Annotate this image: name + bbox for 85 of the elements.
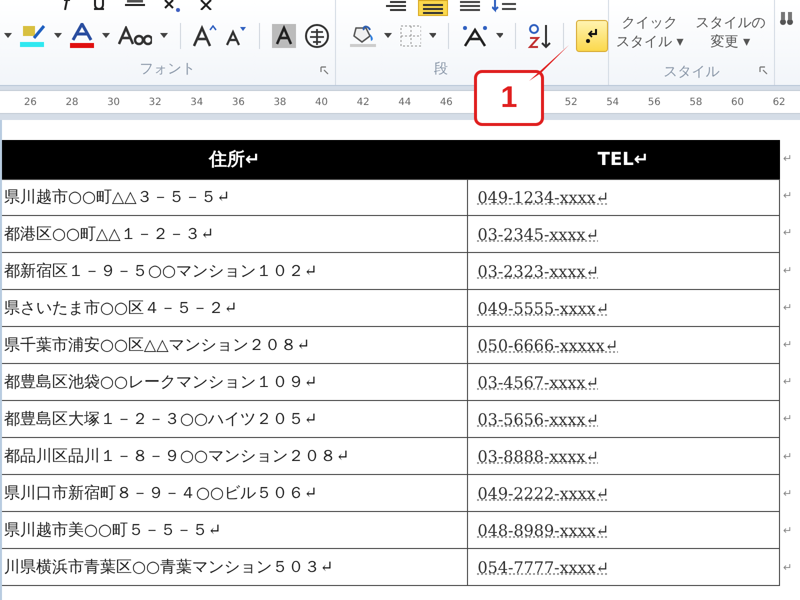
end-of-row-mark: ↵: [782, 522, 792, 539]
group-label: スタイル: [664, 63, 720, 82]
ruler-number: 32: [148, 96, 163, 108]
change-case-icon[interactable]: [118, 26, 152, 46]
dropdown-caret-icon[interactable]: [428, 33, 436, 39]
shrink-font-icon[interactable]: [225, 26, 247, 46]
end-of-row-mark: ↵: [782, 374, 792, 390]
subscript-icon[interactable]: [164, 0, 182, 12]
table-cell: 03-8888-xxxx↵: [467, 438, 780, 475]
font-color-icon[interactable]: [70, 23, 94, 49]
table-cell: 03-5656-xxxx↵: [467, 400, 780, 438]
group-label: フォント: [140, 60, 196, 78]
underline-icon[interactable]: [92, 0, 106, 10]
table-cell: 川県横浜市青葉区○○青葉マンション５０３↵: [2, 548, 467, 586]
ruler-number: 52: [564, 96, 578, 108]
dropdown-caret-icon[interactable]: [496, 33, 504, 39]
formatting-marks-icon: [584, 27, 600, 45]
align-right-icon[interactable]: [386, 0, 406, 12]
ruler-number: 28: [66, 96, 80, 108]
ruler-number: 46: [440, 96, 454, 108]
table-cell: 都品川区品川１－８－９○○マンション２０８↵: [2, 438, 467, 475]
table-cell: 都港区○○町△△１－２－３↵: [2, 216, 467, 253]
end-of-row-mark: ↵: [782, 188, 792, 204]
table-cell: 049-2222-xxxx↵: [467, 474, 780, 512]
end-of-row-mark: ↵: [782, 300, 792, 316]
table-cell: 03-4567-xxxx↵: [467, 364, 780, 401]
character-shading-icon[interactable]: [272, 24, 296, 48]
table-cell: 048-8989-xxxx↵: [467, 512, 780, 549]
ruler-number: 44: [398, 96, 412, 108]
ruler-number: 58: [690, 96, 704, 108]
end-of-row-mark: ↵: [782, 262, 792, 279]
table-cell: 県川口市新宿町８－９－４○○ビル５０６↵: [2, 474, 467, 512]
table-cell: 県川越市○○町△△３－５－５↵: [2, 179, 467, 216]
sort-icon[interactable]: [528, 23, 551, 49]
dropdown-caret-icon[interactable]: [102, 33, 110, 39]
table-cell: 050-6666-xxxxx↵: [467, 326, 780, 364]
column-header: TEL↵: [467, 140, 780, 179]
table-cell: 03-2323-xxxx↵: [467, 252, 780, 290]
table-cell: 県さいたま市○○区４－５－２↵: [2, 290, 467, 327]
ruler-number: 38: [274, 96, 288, 108]
end-of-row-mark: ↵: [782, 225, 792, 242]
justify-button[interactable]: [418, 0, 448, 16]
style-gallery-button[interactable]: スタイルの 変更 ▾: [692, 6, 768, 60]
end-of-row-mark: ↵: [782, 336, 792, 353]
dialog-launcher-icon[interactable]: [320, 66, 329, 75]
table-cell: 049-1234-xxxx↵: [467, 179, 780, 216]
ruler-number: 40: [315, 96, 329, 108]
style-gallery-button[interactable]: クイック スタイル ▾: [613, 6, 686, 60]
dropdown-caret-icon[interactable]: [160, 33, 168, 39]
ruler-number: 42: [356, 96, 370, 108]
superscript-icon[interactable]: [200, 0, 214, 10]
table-cell: 03-2345-xxxx↵: [467, 216, 780, 253]
end-of-row-mark: ↵: [782, 448, 792, 464]
end-of-row-mark: ↵: [782, 486, 792, 502]
highlighter-icon[interactable]: [20, 24, 46, 48]
table-cell: 県千葉市浦安○○区△△マンション２０８↵: [2, 326, 467, 364]
ruler-number: 62: [772, 96, 786, 108]
ruler-number: 36: [232, 96, 246, 108]
dropdown-caret-icon[interactable]: [384, 33, 392, 39]
ruler-number: 60: [731, 96, 745, 108]
end-of-row-mark: ↵: [782, 151, 792, 167]
table-cell: 都豊島区大塚１－２－３○○ハイツ２０５↵: [2, 400, 467, 438]
table-cell: 都豊島区池袋○○レークマンション１０９↵: [2, 364, 467, 401]
show-formatting-marks-button[interactable]: [576, 20, 608, 52]
grow-font-icon[interactable]: [193, 25, 217, 47]
enclosed-character-icon[interactable]: [304, 23, 330, 49]
ruler-number: 54: [606, 96, 620, 108]
ruler-number: 56: [648, 96, 662, 108]
borders-icon[interactable]: [400, 25, 421, 47]
end-of-row-mark: ↵: [782, 560, 792, 576]
ruler-number: 26: [24, 96, 38, 108]
table-cell: 049-5555-xxxx↵: [467, 290, 780, 327]
group-label: 段: [434, 60, 448, 78]
end-of-row-mark: ↵: [782, 411, 792, 428]
dropdown-caret-icon[interactable]: [4, 33, 12, 39]
column-header: 住所↵: [2, 140, 467, 179]
table-cell: 県川越市美○○町５－５－５↵: [2, 512, 467, 549]
dropdown-caret-icon[interactable]: [54, 33, 62, 39]
distributed-icon[interactable]: [460, 0, 480, 12]
line-spacing-icon[interactable]: [492, 0, 518, 14]
ruler-number: 30: [107, 96, 121, 108]
ruler-number: 34: [190, 96, 204, 108]
table-cell: 都新宿区１－９－５○○マンション１０２↵: [2, 252, 467, 290]
table-cell: 054-7777-xxxx↵: [467, 548, 780, 586]
dialog-launcher-icon[interactable]: [759, 66, 768, 75]
